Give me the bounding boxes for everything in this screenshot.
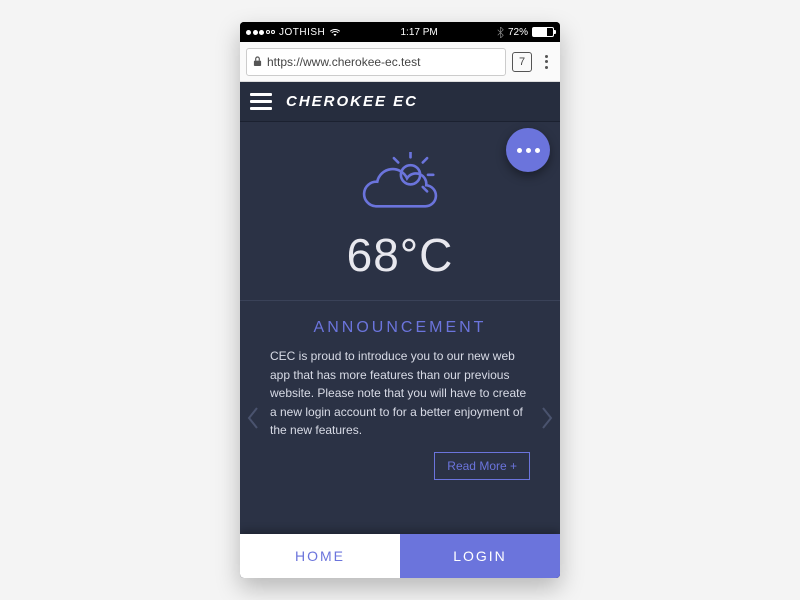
carousel-prev-button[interactable] (244, 403, 262, 433)
carrier-label: JOTHISH (279, 27, 325, 38)
hamburger-icon[interactable] (250, 93, 272, 110)
ios-status-bar: JOTHISH 1:17 PM 72% (240, 22, 560, 42)
browser-toolbar: https://www.cherokee-ec.test 7 (240, 42, 560, 82)
overflow-menu-icon[interactable] (538, 55, 554, 69)
announcement-title: ANNOUNCEMENT (270, 319, 530, 337)
battery-icon (532, 27, 554, 37)
temperature-label: 68°C (347, 228, 454, 282)
partly-cloudy-icon (355, 152, 445, 222)
tab-login[interactable]: LOGIN (400, 534, 560, 578)
phone-frame: JOTHISH 1:17 PM 72% https://www.cherokee… (240, 22, 560, 578)
bottom-tabs: HOME LOGIN (240, 534, 560, 578)
tab-count-button[interactable]: 7 (512, 52, 532, 72)
fab-more-button[interactable] (506, 128, 550, 172)
tab-count-label: 7 (519, 56, 525, 68)
read-more-button[interactable]: Read More + (434, 452, 530, 480)
clock-label: 1:17 PM (401, 27, 438, 38)
carousel-next-button[interactable] (538, 403, 556, 433)
bluetooth-icon (497, 27, 504, 38)
brand-title: CHEROKEE EC (286, 93, 418, 110)
url-text: https://www.cherokee-ec.test (267, 55, 420, 69)
battery-pct-label: 72% (508, 27, 528, 38)
lock-icon (253, 56, 262, 67)
wifi-icon (329, 28, 341, 37)
announcement-card: ANNOUNCEMENT CEC is proud to introduce y… (240, 301, 560, 534)
page-content: CHEROKEE EC 68°C (240, 82, 560, 578)
url-bar[interactable]: https://www.cherokee-ec.test (246, 48, 506, 76)
signal-strength-icon (246, 30, 275, 35)
announcement-body: CEC is proud to introduce you to our new… (270, 347, 530, 440)
app-header: CHEROKEE EC (240, 82, 560, 122)
tab-home[interactable]: HOME (240, 534, 400, 578)
